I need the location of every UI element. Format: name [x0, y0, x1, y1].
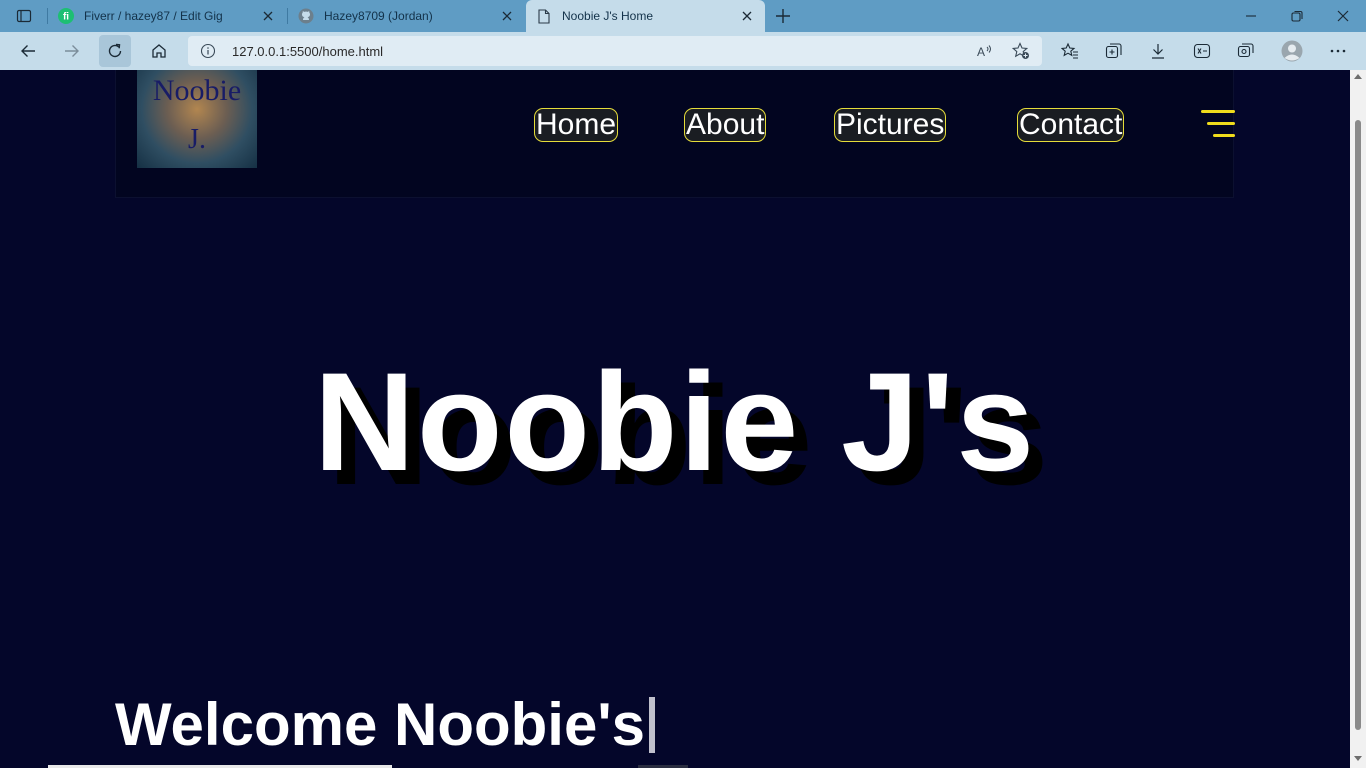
downloads-icon[interactable]	[1149, 42, 1167, 60]
home-icon	[152, 44, 166, 58]
svg-text:A: A	[977, 45, 985, 59]
home-button[interactable]	[143, 35, 175, 67]
page-viewport: Noobie J. Home About Pictures Contact No…	[0, 70, 1350, 768]
refresh-icon	[108, 43, 122, 58]
info-icon[interactable]	[200, 43, 216, 59]
site-header: Noobie J. Home About Pictures Contact	[115, 70, 1235, 198]
tab-bar: fi Fiverr / hazey87 / Edit Gig Hazey8709…	[0, 0, 1366, 32]
close-tab-icon[interactable]	[499, 8, 515, 24]
hero-title: Noobie J's	[313, 343, 1037, 500]
read-aloud-icon[interactable]: A	[976, 42, 994, 60]
restore-icon	[1291, 10, 1303, 22]
scrollbar-thumb[interactable]	[1355, 120, 1361, 730]
restore-button[interactable]	[1287, 6, 1307, 26]
plus-icon	[776, 9, 790, 23]
close-tab-icon[interactable]	[739, 8, 755, 24]
logo-line-2: J.	[188, 124, 206, 155]
tab-actions-button[interactable]	[10, 6, 38, 26]
hamburger-menu-icon[interactable]	[1199, 110, 1235, 138]
scroll-up-arrow-icon[interactable]	[1354, 74, 1362, 79]
nav-pictures-link[interactable]: Pictures	[834, 108, 947, 142]
nav-home-link[interactable]: Home	[534, 108, 619, 142]
tab-github[interactable]: Hazey8709 (Jordan)	[288, 0, 525, 32]
new-tab-button[interactable]	[772, 5, 794, 27]
scroll-down-arrow-icon[interactable]	[1354, 756, 1362, 761]
screenshot-icon[interactable]	[1237, 42, 1255, 60]
tab-noobie-home[interactable]: Noobie J's Home	[526, 0, 765, 32]
add-favorite-icon[interactable]	[1012, 42, 1030, 60]
back-button[interactable]	[12, 35, 44, 67]
favorites-icon[interactable]	[1061, 42, 1079, 60]
page-icon	[536, 8, 552, 24]
collections-icon[interactable]	[1105, 42, 1123, 60]
tab-title: Hazey8709 (Jordan)	[324, 9, 433, 23]
close-window-button[interactable]	[1333, 6, 1353, 26]
nav-contact-link[interactable]: Contact	[1017, 108, 1125, 142]
math-solver-icon[interactable]	[1193, 42, 1211, 60]
tab-title: Fiverr / hazey87 / Edit Gig	[84, 9, 223, 23]
svg-text:fi: fi	[63, 12, 69, 23]
vertical-scrollbar[interactable]	[1350, 70, 1366, 768]
tab-title: Noobie J's Home	[562, 9, 653, 23]
tab-fiverr[interactable]: fi Fiverr / hazey87 / Edit Gig	[48, 0, 286, 32]
site-logo[interactable]: Noobie J.	[137, 70, 257, 168]
nav-about-link[interactable]: About	[684, 108, 767, 142]
logo-line-1: Noobie	[152, 74, 242, 107]
browser-toolbar: 127.0.0.1:5500/home.html A	[0, 32, 1366, 70]
minimize-button[interactable]	[1241, 6, 1261, 26]
refresh-button[interactable]	[99, 35, 131, 67]
arrow-left-icon	[21, 45, 35, 57]
github-icon	[298, 8, 314, 24]
profile-avatar-icon[interactable]	[1281, 40, 1303, 62]
url-text: 127.0.0.1:5500/home.html	[232, 44, 384, 59]
minimize-icon	[1246, 15, 1256, 17]
tab-actions-icon	[16, 9, 32, 23]
forward-button[interactable]	[56, 35, 88, 67]
arrow-right-icon	[65, 45, 79, 57]
fiverr-icon: fi	[58, 8, 74, 24]
close-icon	[1337, 10, 1349, 22]
more-menu-icon[interactable]	[1329, 42, 1347, 60]
typing-caret	[648, 697, 655, 753]
address-bar[interactable]: 127.0.0.1:5500/home.html A	[188, 36, 1042, 66]
welcome-text: Welcome Noobie's	[115, 691, 645, 758]
close-tab-icon[interactable]	[260, 8, 276, 24]
welcome-heading: Welcome Noobie's	[115, 690, 655, 760]
